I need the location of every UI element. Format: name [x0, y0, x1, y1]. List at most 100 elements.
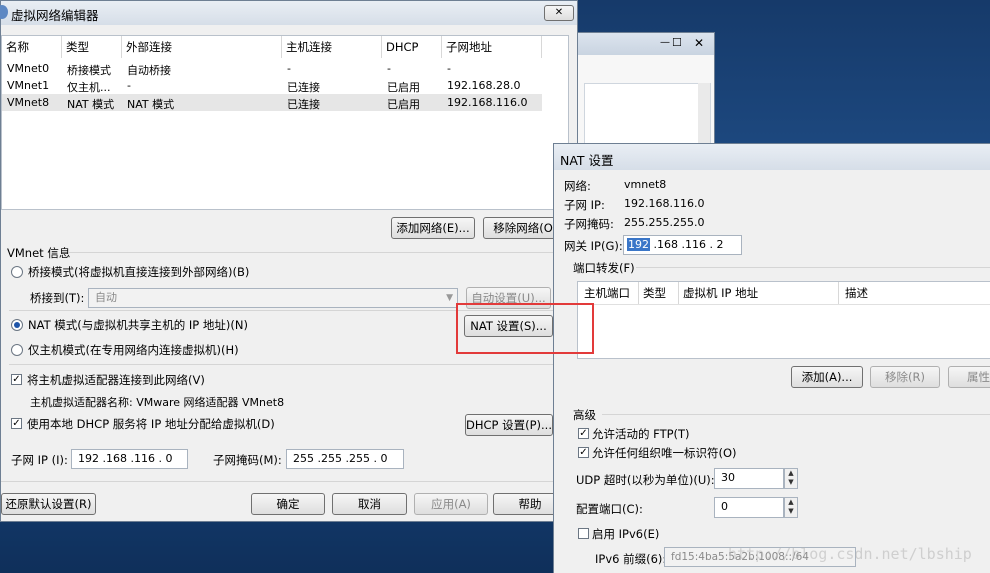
connect-adapter-checkbox[interactable]: ✓ [11, 374, 22, 385]
title-bar: 虚拟网络编辑器 ✕ [0, 1, 577, 25]
cell-host: 已连接 [287, 98, 320, 111]
background-window-body [584, 83, 711, 145]
cell-dhcp: 已启用 [387, 98, 420, 111]
group-divider [69, 252, 569, 253]
nat-window-title: NAT 设置 [560, 153, 614, 168]
cell-subnet: 192.168.116.0 [447, 96, 528, 109]
nat-title-bar: NAT 设置 [554, 144, 990, 170]
port-forward-table: 主机端口 类型 虚拟机 IP 地址 描述 [577, 281, 990, 359]
virtual-network-editor-window: 虚拟网络编辑器 ✕ 名称 类型 外部连接 主机连接 DHCP 子网地址 VMne… [0, 0, 578, 522]
column-header-description[interactable]: 描述 [839, 282, 990, 304]
scrollbar[interactable] [698, 83, 710, 143]
cell-name: VMnet1 [7, 79, 50, 92]
window-title: 虚拟网络编辑器 [11, 8, 99, 23]
nat-mode-label[interactable]: NAT 模式(与虚拟机共享主机的 IP 地址)(N) [28, 317, 248, 333]
ok-button[interactable]: 确定 [251, 493, 325, 515]
network-label: 网络: [564, 179, 591, 193]
enable-ipv6-checkbox[interactable] [578, 528, 589, 539]
config-port-label: 配置端口(C): [576, 502, 643, 516]
header-divider [578, 304, 990, 305]
add-port-button[interactable]: 添加(A)... [791, 366, 863, 388]
gateway-ip-selected-segment: 192 [627, 238, 650, 251]
allow-ftp-label[interactable]: 允许活动的 FTP(T) [592, 426, 690, 442]
watermark: http://blog.csdn.net/lbship [728, 545, 972, 563]
network-value: vmnet8 [624, 178, 667, 191]
subnet-ip-label: 子网 IP (I): [11, 453, 68, 467]
column-header-type[interactable]: 类型 [62, 36, 122, 58]
bridge-mode-label[interactable]: 桥接模式(将虚拟机直接连接到外部网络)(B) [28, 264, 249, 280]
column-header-vm-ip[interactable]: 虚拟机 IP 地址 [679, 282, 839, 304]
column-header-host-port[interactable]: 主机端口 [578, 282, 639, 304]
subnet-mask-value: 255.255.255.0 [624, 216, 705, 229]
host-only-label[interactable]: 仅主机模式(在专用网络内连接虚拟机)(H) [28, 342, 239, 358]
vmware-icon [0, 5, 8, 19]
maximize-icon[interactable]: ☐ [672, 36, 682, 49]
apply-button[interactable]: 应用(A) [414, 493, 488, 515]
network-table: 名称 类型 外部连接 主机连接 DHCP 子网地址 VMnet0 桥接模式 自动… [1, 35, 569, 210]
cell-type: 桥接模式 [67, 64, 111, 77]
udp-timeout-input[interactable]: 30 [714, 468, 784, 489]
allow-oui-checkbox[interactable]: ✓ [578, 447, 589, 458]
bridge-to-select[interactable]: 自动 ▼ [88, 288, 458, 308]
subnet-mask-input[interactable]: 255 .255 .255 . 0 [286, 449, 404, 469]
table-row[interactable]: VMnet1 仅主机... - 已连接 已启用 192.168.28.0 [2, 77, 542, 94]
column-header-type[interactable]: 类型 [639, 282, 679, 304]
subnet-mask-label: 子网掩码(M): [213, 453, 282, 467]
cell-host: 已连接 [287, 81, 320, 94]
port-forward-label: 端口转发(F) [573, 261, 635, 275]
allow-oui-label[interactable]: 允许任何组织唯一标识符(O) [592, 445, 737, 461]
restore-defaults-button[interactable]: 还原默认设置(R) [1, 493, 96, 515]
remove-network-button[interactable]: 移除网络(O [483, 217, 563, 239]
minimize-icon[interactable]: — [660, 37, 670, 48]
ipv6-prefix-label: IPv6 前缀(6): [595, 552, 667, 566]
table-header-rest [542, 36, 568, 58]
close-button[interactable]: ✕ [544, 5, 574, 21]
group-divider [602, 414, 990, 415]
config-port-stepper[interactable]: ▲ ▼ [784, 497, 798, 518]
host-only-radio[interactable] [11, 344, 23, 356]
use-dhcp-checkbox[interactable]: ✓ [11, 418, 22, 429]
highlight-box [456, 303, 594, 354]
port-properties-button[interactable]: 属性 [948, 366, 990, 388]
dhcp-settings-button[interactable]: DHCP 设置(P)... [465, 414, 553, 436]
connect-adapter-label[interactable]: 将主机虚拟适配器连接到此网络(V) [27, 372, 205, 388]
background-window: — ☐ ✕ [575, 32, 715, 147]
table-row-selected[interactable]: VMnet8 NAT 模式 NAT 模式 已连接 已启用 192.168.116… [2, 94, 542, 111]
chevron-down-icon: ▼ [446, 293, 453, 303]
cell-type: 仅主机... [67, 81, 111, 94]
cell-external: - [127, 79, 131, 92]
vmnet-info-label: VMnet 信息 [7, 246, 71, 260]
use-dhcp-label[interactable]: 使用本地 DHCP 服务将 IP 地址分配给虚拟机(D) [27, 416, 275, 432]
subnet-ip-label: 子网 IP: [564, 198, 605, 212]
cell-external: 自动桥接 [127, 64, 171, 77]
table-row[interactable]: VMnet0 桥接模式 自动桥接 - - - [2, 60, 542, 77]
subnet-ip-input[interactable]: 192 .168 .116 . 0 [71, 449, 188, 469]
column-header-subnet[interactable]: 子网地址 [442, 36, 542, 58]
subnet-ip-value: 192.168.116.0 [624, 197, 705, 210]
cell-host: - [287, 62, 291, 75]
divider [9, 364, 554, 365]
add-network-button[interactable]: 添加网络(E)... [391, 217, 475, 239]
enable-ipv6-label[interactable]: 启用 IPv6(E) [592, 526, 659, 542]
cell-subnet: 192.168.28.0 [447, 79, 521, 92]
column-header-host[interactable]: 主机连接 [282, 36, 382, 58]
cancel-button[interactable]: 取消 [332, 493, 407, 515]
column-header-external[interactable]: 外部连接 [122, 36, 282, 58]
cell-name: VMnet0 [7, 62, 50, 75]
remove-port-button[interactable]: 移除(R) [870, 366, 940, 388]
allow-ftp-checkbox[interactable]: ✓ [578, 428, 589, 439]
close-icon: ✕ [554, 7, 564, 18]
bridge-to-label: 桥接到(T): [30, 291, 85, 305]
divider [1, 481, 577, 482]
config-port-input[interactable]: 0 [714, 497, 784, 518]
close-icon[interactable]: ✕ [694, 36, 704, 50]
column-header-dhcp[interactable]: DHCP [382, 36, 442, 58]
column-header-name[interactable]: 名称 [2, 36, 62, 58]
nat-mode-radio[interactable] [11, 319, 23, 331]
bridge-mode-radio[interactable] [11, 266, 23, 278]
gateway-ip-input[interactable]: 192 .168 .116 . 2 [623, 235, 742, 255]
cell-external: NAT 模式 [127, 98, 175, 111]
advanced-label: 高级 [573, 408, 596, 422]
udp-timeout-stepper[interactable]: ▲ ▼ [784, 468, 798, 489]
group-divider [636, 267, 990, 268]
